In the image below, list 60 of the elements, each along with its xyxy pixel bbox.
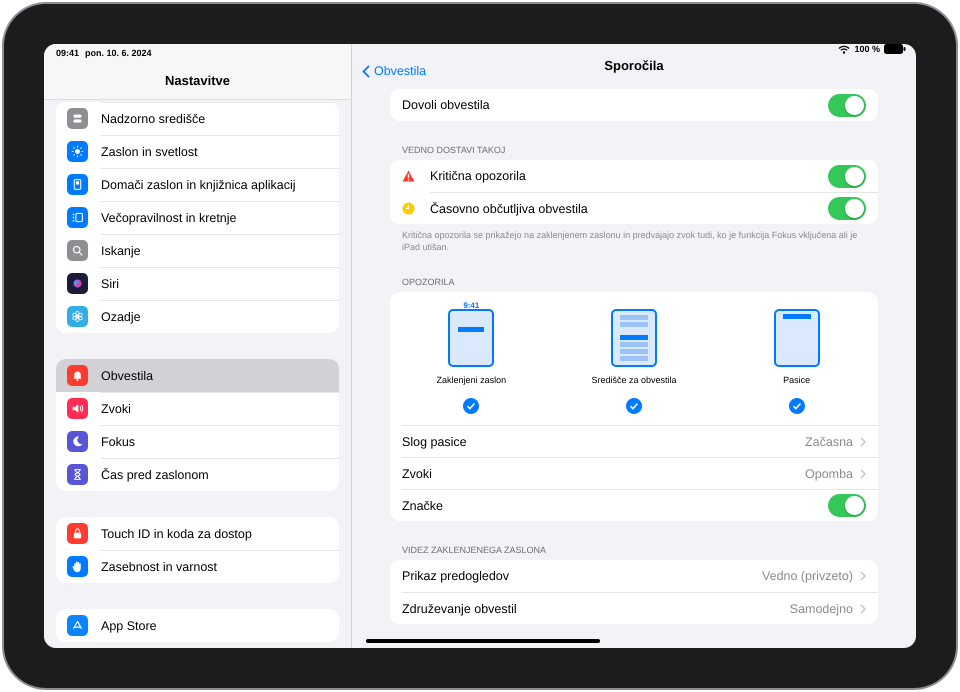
row-value: Opomba <box>805 466 853 480</box>
home-screen-icon <box>67 174 88 195</box>
checkmark[interactable] <box>626 398 642 414</box>
bell-icon <box>67 365 88 386</box>
banner-drawing <box>774 309 820 367</box>
moon-icon <box>67 431 88 452</box>
checkmark[interactable] <box>788 398 805 414</box>
row-label: Kritična opozorila <box>430 169 527 183</box>
multitasking-icon <box>67 207 88 228</box>
row-label: Prikaz predogledov <box>402 569 510 583</box>
chevron-icon <box>860 436 866 446</box>
row-label: Zvoki <box>402 466 433 480</box>
alert-style-label: Središče za obvestila <box>591 375 677 385</box>
status-date: pon. 10. 6. 2024 <box>85 48 152 58</box>
row-label: Slog pasice <box>402 434 468 448</box>
section-header: VIDEZ ZAKLENJENEGA ZASLONA <box>401 545 548 557</box>
hourglass-icon <box>67 464 88 485</box>
toggle-switch[interactable] <box>828 494 866 517</box>
sidebar-item[interactable]: Obvestila <box>56 359 339 392</box>
toggles-icon <box>67 108 88 129</box>
clock-time: 9:41 <box>463 302 480 310</box>
chevron-icon <box>860 604 866 614</box>
row-value: Samodejno <box>790 602 853 616</box>
alert-style-label: Pasice <box>783 375 810 385</box>
app-store-icon <box>67 615 88 636</box>
lock-icon <box>67 523 88 544</box>
wifi-icon <box>838 44 850 54</box>
clock-icon <box>402 202 415 214</box>
hand-icon <box>67 556 88 577</box>
lock-screen-drawing <box>448 309 494 367</box>
back-chevron-icon <box>362 64 370 78</box>
row-label: Dovoli obvestila <box>402 98 491 112</box>
row-label: Časovno občutljiva obvestila <box>430 202 589 216</box>
warning-icon <box>402 170 415 182</box>
battery-percentage: 100 % <box>854 44 880 54</box>
checkmark[interactable] <box>463 398 480 414</box>
row-value: Vedno (privzeto) <box>762 569 853 583</box>
toggle-switch[interactable] <box>828 164 866 188</box>
notification-list-drawing <box>610 309 657 367</box>
section-header: VEDNO DOSTAVI TAKOJ <box>401 145 506 157</box>
chevron-icon <box>860 468 866 478</box>
orb-icon <box>67 273 88 294</box>
status-time: 09:41 <box>56 48 80 58</box>
section-footer: Kritična opozorila se prikažejo na zaklenjenem zaslonu in predvajajo zvok tudi, ko je funkcija Fokus vključena ali je iPad utišan. <box>390 224 878 253</box>
speaker-icon <box>67 398 88 419</box>
flower-icon <box>67 306 88 327</box>
row-label: Združevanje obvestil <box>402 602 518 616</box>
alert-style-label: Zaklenjeni zaslon <box>436 375 506 385</box>
row-label: Značke <box>402 498 444 512</box>
search-icon <box>67 240 88 261</box>
sun-icon <box>67 141 88 162</box>
toggle-switch[interactable] <box>828 94 866 116</box>
battery-icon <box>884 44 906 54</box>
sidebar-title: Nastavitve <box>164 72 232 90</box>
section-header: OPOZORILA <box>401 277 456 289</box>
toggle-switch[interactable] <box>828 197 866 220</box>
page-title: Sporočila <box>604 58 664 73</box>
back-link[interactable]: Obvestila <box>362 64 426 78</box>
row-value: Začasna <box>805 434 853 448</box>
chevron-icon <box>860 571 866 581</box>
